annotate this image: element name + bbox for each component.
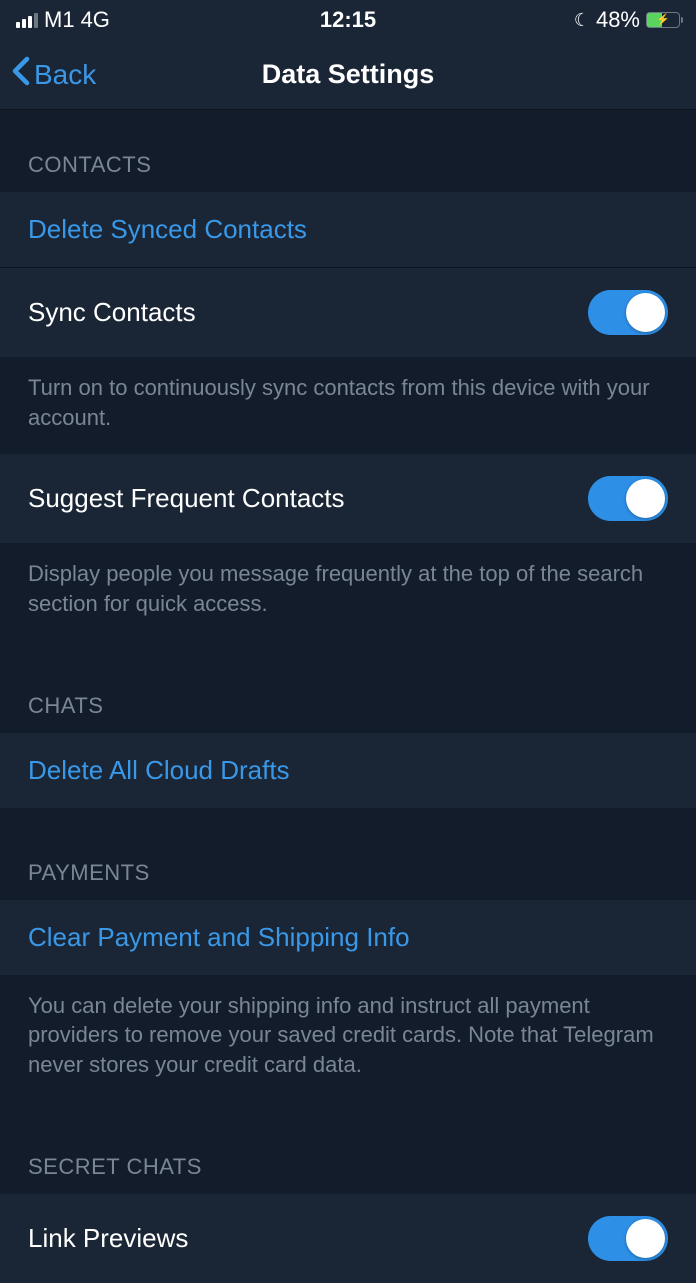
section-header-payments: PAYMENTS bbox=[0, 808, 696, 900]
delete-cloud-drafts-button[interactable]: Delete All Cloud Drafts bbox=[0, 733, 696, 808]
page-title: Data Settings bbox=[262, 59, 435, 90]
link-previews-row: Link Previews bbox=[0, 1194, 696, 1283]
delete-cloud-drafts-label: Delete All Cloud Drafts bbox=[28, 755, 290, 786]
suggest-frequent-footer: Display people you message frequently at… bbox=[0, 543, 696, 640]
clear-payment-info-button[interactable]: Clear Payment and Shipping Info bbox=[0, 900, 696, 975]
section-header-secret-chats: SECRET CHATS bbox=[0, 1102, 696, 1194]
sync-contacts-footer: Turn on to continuously sync contacts fr… bbox=[0, 357, 696, 454]
link-previews-label: Link Previews bbox=[28, 1223, 188, 1254]
nav-bar: Back Data Settings bbox=[0, 40, 696, 110]
suggest-frequent-label: Suggest Frequent Contacts bbox=[28, 483, 345, 514]
clear-payment-info-label: Clear Payment and Shipping Info bbox=[28, 922, 410, 953]
network-label: 4G bbox=[81, 7, 110, 33]
status-bar: M1 4G 12:15 ☾ 48% ⚡ bbox=[0, 0, 696, 40]
status-time: 12:15 bbox=[320, 7, 376, 33]
sync-contacts-row: Sync Contacts bbox=[0, 268, 696, 357]
content-area: CONTACTS Delete Synced Contacts Sync Con… bbox=[0, 110, 696, 1283]
sync-contacts-toggle[interactable] bbox=[588, 290, 668, 335]
chevron-left-icon bbox=[12, 56, 30, 93]
status-right: ☾ 48% ⚡ bbox=[574, 7, 680, 33]
carrier-label: M1 bbox=[44, 7, 75, 33]
battery-percent: 48% bbox=[596, 7, 640, 33]
signal-icon bbox=[16, 13, 38, 28]
suggest-frequent-toggle[interactable] bbox=[588, 476, 668, 521]
back-label: Back bbox=[34, 59, 96, 91]
link-previews-toggle[interactable] bbox=[588, 1216, 668, 1261]
sync-contacts-label: Sync Contacts bbox=[28, 297, 196, 328]
payments-footer: You can delete your shipping info and in… bbox=[0, 975, 696, 1102]
suggest-frequent-row: Suggest Frequent Contacts bbox=[0, 454, 696, 543]
status-left: M1 4G bbox=[16, 7, 110, 33]
section-header-chats: CHATS bbox=[0, 641, 696, 733]
delete-synced-contacts-button[interactable]: Delete Synced Contacts bbox=[0, 192, 696, 268]
dnd-moon-icon: ☾ bbox=[574, 10, 590, 31]
back-button[interactable]: Back bbox=[0, 56, 96, 93]
section-header-contacts: CONTACTS bbox=[0, 110, 696, 192]
delete-synced-contacts-label: Delete Synced Contacts bbox=[28, 214, 307, 245]
battery-icon: ⚡ bbox=[646, 12, 680, 28]
